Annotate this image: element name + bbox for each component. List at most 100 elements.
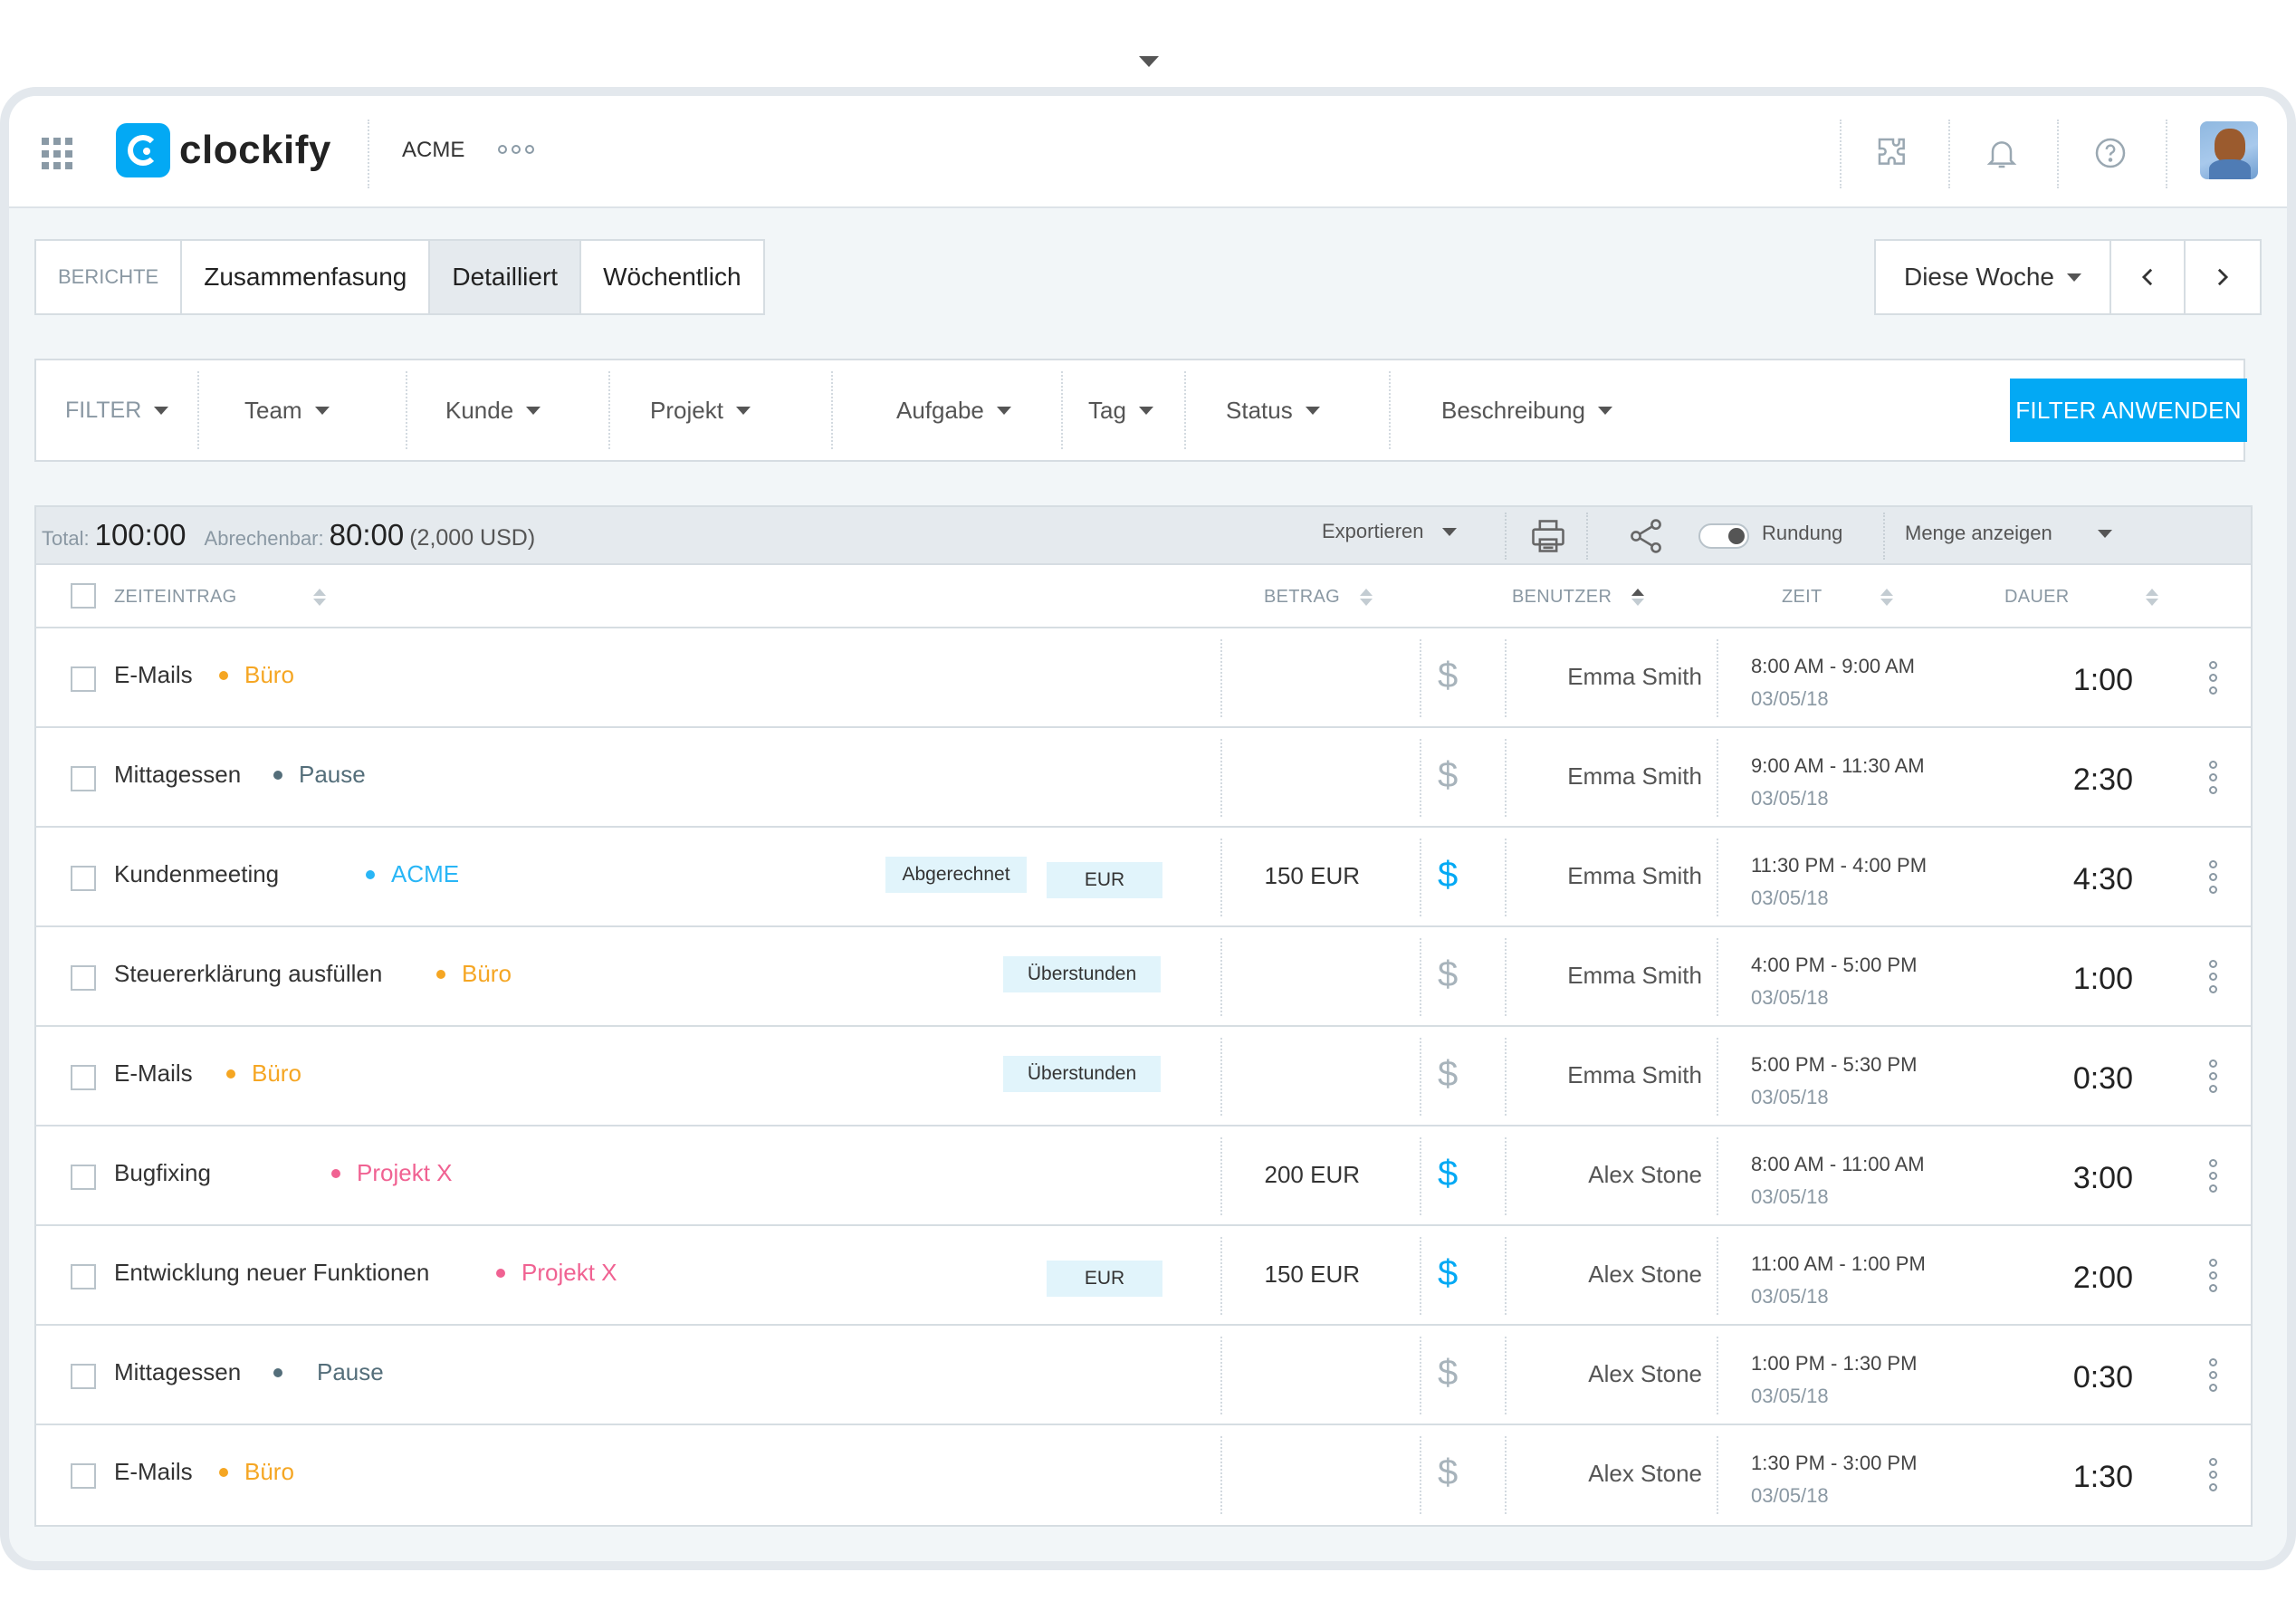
clockify-logo[interactable]: clockify [116,123,331,177]
table-row[interactable]: Entwicklung neuer Funktionen Projekt X E… [36,1226,2251,1326]
row-checkbox[interactable] [71,766,96,791]
rounding-toggle[interactable] [1698,523,1749,549]
entry-time[interactable]: 11:30 PM - 4:00 PM 03/05/18 [1751,849,1927,915]
entry-project[interactable]: Büro [219,661,294,689]
entry-project[interactable]: Pause [273,1358,384,1386]
row-checkbox[interactable] [71,1065,96,1090]
tag-badge[interactable]: EUR [1047,1261,1162,1297]
entry-project[interactable]: Pause [273,761,366,789]
entry-project[interactable]: Büro [436,960,512,988]
filter-tag[interactable]: Tag [1088,360,1153,460]
billable-dollar-icon[interactable]: $ [1438,1253,1458,1294]
entry-time[interactable]: 1:30 PM - 3:00 PM 03/05/18 [1751,1447,1917,1512]
apply-filter-button[interactable]: FILTER ANWENDEN [2010,379,2247,442]
entry-description[interactable]: Mittagessen [114,1358,241,1386]
column-duration-header[interactable]: DAUER [2004,587,2158,608]
share-icon[interactable] [1626,516,1666,561]
row-checkbox[interactable] [71,1264,96,1289]
entry-time[interactable]: 4:00 PM - 5:00 PM 03/05/18 [1751,949,1917,1014]
row-more-icon[interactable] [2209,1159,2217,1193]
entry-duration[interactable]: 2:00 [2073,1261,2133,1296]
row-checkbox[interactable] [71,1364,96,1389]
entry-project[interactable]: Büro [219,1458,294,1486]
row-more-icon[interactable] [2209,960,2217,993]
column-entry-header[interactable]: ZEITEINTRAG [114,587,326,608]
table-row[interactable]: E-Mails Büro $ Alex Stone 1:30 PM - 3:00… [36,1425,2251,1525]
table-row[interactable]: E-Mails Büro Überstunden $ Emma Smith 5:… [36,1027,2251,1126]
entry-description[interactable]: Bugfixing [114,1159,211,1187]
export-dropdown[interactable]: Exportieren [1322,520,1457,543]
column-amount-header[interactable]: BETRAG [1264,587,1373,608]
puzzle-icon[interactable] [1874,134,1912,172]
tag-badge[interactable]: Überstunden [1003,1056,1161,1092]
workspace-more-icon[interactable] [498,145,534,154]
entry-duration[interactable]: 3:00 [2073,1161,2133,1196]
filter-status[interactable]: Status [1226,360,1320,460]
help-icon[interactable] [2091,134,2129,172]
select-all-checkbox[interactable] [71,583,96,609]
billable-dollar-icon[interactable]: $ [1438,954,1458,995]
billable-dollar-icon[interactable]: $ [1438,1154,1458,1194]
billable-dollar-icon[interactable]: $ [1438,656,1458,696]
tab-detailed[interactable]: Detailliert [430,241,582,313]
filter-project[interactable]: Projekt [650,360,751,460]
billable-dollar-icon[interactable]: $ [1438,855,1458,896]
row-checkbox[interactable] [71,666,96,692]
user-avatar[interactable] [2200,121,2258,179]
entry-time[interactable]: 5:00 PM - 5:30 PM 03/05/18 [1751,1049,1917,1114]
entry-duration[interactable]: 2:30 [2073,762,2133,798]
row-more-icon[interactable] [2209,1458,2217,1491]
tag-badge[interactable]: Überstunden [1003,956,1161,992]
workspace-name[interactable]: ACME [402,138,464,163]
table-row[interactable]: E-Mails Büro $ Emma Smith 8:00 AM - 9:00… [36,628,2251,728]
row-more-icon[interactable] [2209,1358,2217,1392]
entry-project[interactable]: Projekt X [496,1259,617,1287]
entry-description[interactable]: Mittagessen [114,761,241,789]
apps-grid-icon[interactable] [42,138,74,170]
filter-description[interactable]: Beschreibung [1441,360,1612,460]
table-row[interactable]: Mittagessen Pause $ Alex Stone 1:00 PM -… [36,1326,2251,1425]
entry-description[interactable]: E-Mails [114,1458,193,1486]
billable-dollar-icon[interactable]: $ [1438,1353,1458,1394]
table-row[interactable]: Mittagessen Pause $ Emma Smith 9:00 AM -… [36,728,2251,828]
row-more-icon[interactable] [2209,1059,2217,1093]
entry-description[interactable]: E-Mails [114,1059,193,1088]
filter-team[interactable]: Team [244,360,330,460]
table-row[interactable]: Bugfixing Projekt X 200 EUR $ Alex Stone… [36,1126,2251,1226]
entry-description[interactable]: E-Mails [114,661,193,689]
tag-badge[interactable]: Abgerechnet [885,857,1027,893]
row-checkbox[interactable] [71,1165,96,1190]
row-more-icon[interactable] [2209,860,2217,894]
entry-duration[interactable]: 0:30 [2073,1061,2133,1097]
entry-duration[interactable]: 1:00 [2073,962,2133,997]
tab-summary[interactable]: Zusammenfasung [182,241,431,313]
column-time-header[interactable]: ZEIT [1782,587,1893,608]
next-period-button[interactable] [2186,241,2260,313]
printer-icon[interactable] [1528,516,1568,561]
billable-dollar-icon[interactable]: $ [1438,1054,1458,1095]
entry-time[interactable]: 8:00 AM - 9:00 AM 03/05/18 [1751,650,1915,715]
column-user-header[interactable]: BENUTZER [1512,587,1645,608]
entry-description[interactable]: Steuererklärung ausfüllen [114,960,382,988]
entry-duration[interactable]: 0:30 [2073,1360,2133,1395]
entry-duration[interactable]: 1:00 [2073,663,2133,698]
entry-project[interactable]: Projekt X [331,1159,453,1187]
entry-project[interactable]: ACME [366,860,459,888]
date-range-select[interactable]: Diese Woche [1876,241,2111,313]
entry-description[interactable]: Kundenmeeting [114,860,279,888]
billable-dollar-icon[interactable]: $ [1438,1452,1458,1493]
bell-icon[interactable] [1983,134,2021,172]
entry-time[interactable]: 8:00 AM - 11:00 AM 03/05/18 [1751,1148,1925,1213]
row-checkbox[interactable] [71,965,96,991]
table-row[interactable]: Kundenmeeting ACME Abgerechnet EUR 150 E… [36,828,2251,927]
filter-dropdown[interactable]: FILTER [65,360,169,460]
row-more-icon[interactable] [2209,1259,2217,1292]
table-row[interactable]: Steuererklärung ausfüllen Büro Überstund… [36,927,2251,1027]
entry-time[interactable]: 1:00 PM - 1:30 PM 03/05/18 [1751,1347,1917,1413]
show-amount-dropdown[interactable]: Menge anzeigen [1905,522,2112,545]
entry-duration[interactable]: 4:30 [2073,862,2133,897]
row-more-icon[interactable] [2209,661,2217,695]
billable-dollar-icon[interactable]: $ [1438,755,1458,796]
entry-description[interactable]: Entwicklung neuer Funktionen [114,1259,429,1287]
filter-client[interactable]: Kunde [445,360,541,460]
